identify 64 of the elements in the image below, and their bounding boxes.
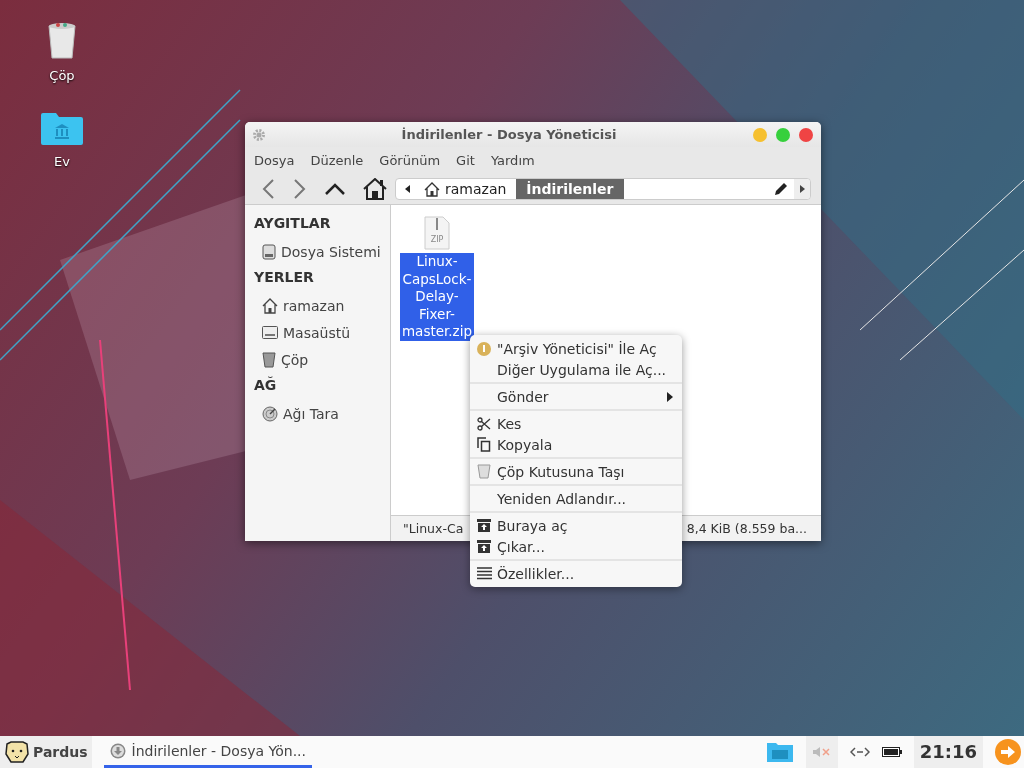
menu-item[interactable]: Düzenle xyxy=(310,153,364,168)
drive-icon xyxy=(262,243,276,260)
download-icon xyxy=(109,742,126,759)
menu-item[interactable]: Git xyxy=(456,153,475,168)
clock[interactable]: 21:16 xyxy=(913,736,983,768)
network-icon[interactable] xyxy=(849,747,870,757)
file-type-label: ZIP xyxy=(429,235,445,245)
home-icon xyxy=(262,297,278,314)
path-button[interactable]: ramazan xyxy=(414,179,517,199)
window-title: İndirilenler - Dosya Yöneticisi xyxy=(400,127,618,142)
context-menu-item[interactable]: Gönder xyxy=(470,386,682,407)
context-menu-item[interactable]: Buraya aç xyxy=(470,515,682,536)
context-menu-item[interactable]: Yeniden Adlandır... xyxy=(470,488,682,509)
taskbar-window-button[interactable]: İndirilenler - Dosya Yön... xyxy=(103,736,312,768)
zip-file-icon[interactable] xyxy=(424,216,450,250)
trash-bin-icon[interactable] xyxy=(46,20,78,60)
context-menu-item[interactable]: "Arşiv Yöneticisi" İle Aç xyxy=(470,338,682,359)
sidebar-item[interactable]: ramazan xyxy=(245,292,390,319)
sidebar-item[interactable]: Masaüstü xyxy=(245,319,390,346)
menu-item[interactable]: Yardım xyxy=(490,153,535,168)
desktop-icon-label[interactable]: Ev xyxy=(54,154,70,169)
scroll-right-icon[interactable] xyxy=(798,184,806,194)
battery-icon[interactable] xyxy=(881,747,902,757)
copy-icon xyxy=(477,437,491,452)
sidebar-heading: YERLER xyxy=(253,268,315,287)
menu-item[interactable]: Görünüm xyxy=(379,153,441,168)
file-name[interactable]: Linux-CapsLock-Delay-Fixer-master.zip xyxy=(400,253,474,341)
list-icon xyxy=(477,567,492,580)
up-icon[interactable] xyxy=(325,183,345,195)
folder-icon[interactable] xyxy=(765,741,794,763)
status-text: "Linux-Ca xyxy=(403,521,464,536)
pencil-icon[interactable] xyxy=(774,182,788,196)
context-menu-item[interactable]: Özellikler... xyxy=(470,563,682,584)
network-scan-icon xyxy=(262,405,278,422)
sidebar-item[interactable]: Dosya Sistemi xyxy=(245,238,390,265)
desktop-icon-label[interactable]: Çöp xyxy=(49,68,75,83)
archive-box-icon xyxy=(477,519,491,532)
sidebar-heading: AĞ xyxy=(253,375,278,395)
sidebar-heading: AYGITLAR xyxy=(253,214,332,233)
scissors-icon xyxy=(477,416,491,431)
context-menu-item[interactable]: Çöp Kutusuna Taşı xyxy=(470,461,682,482)
submenu-arrow-icon xyxy=(667,391,673,402)
folder-icon[interactable] xyxy=(40,112,84,146)
back-icon[interactable] xyxy=(261,179,275,199)
context-menu-item[interactable]: Kopyala xyxy=(470,434,682,455)
archive-box-icon xyxy=(477,540,491,553)
start-menu-button[interactable]: Pardus xyxy=(0,736,92,768)
home-icon[interactable] xyxy=(363,178,387,200)
archive-app-icon xyxy=(477,341,491,356)
close-button[interactable] xyxy=(799,127,813,142)
status-text: 8,4 KiB (8.559 ba... xyxy=(686,521,807,536)
sidebar-item[interactable]: Ağı Tara xyxy=(245,400,390,427)
trash-icon xyxy=(477,464,491,479)
forward-icon[interactable] xyxy=(293,179,307,199)
path-button[interactable]: İndirilenler xyxy=(516,179,624,199)
context-menu-item[interactable]: Çıkar... xyxy=(470,536,682,557)
home-icon xyxy=(424,181,440,197)
sidebar-item[interactable]: Çöp xyxy=(245,346,390,373)
settings-icon[interactable] xyxy=(253,128,265,141)
context-menu-item[interactable]: Kes xyxy=(470,413,682,434)
context-menu-item[interactable]: Diğer Uygulama ile Aç... xyxy=(470,359,682,380)
trash-icon xyxy=(262,351,276,368)
desktop-icon xyxy=(262,326,278,339)
menu-item[interactable]: Dosya xyxy=(254,153,295,168)
